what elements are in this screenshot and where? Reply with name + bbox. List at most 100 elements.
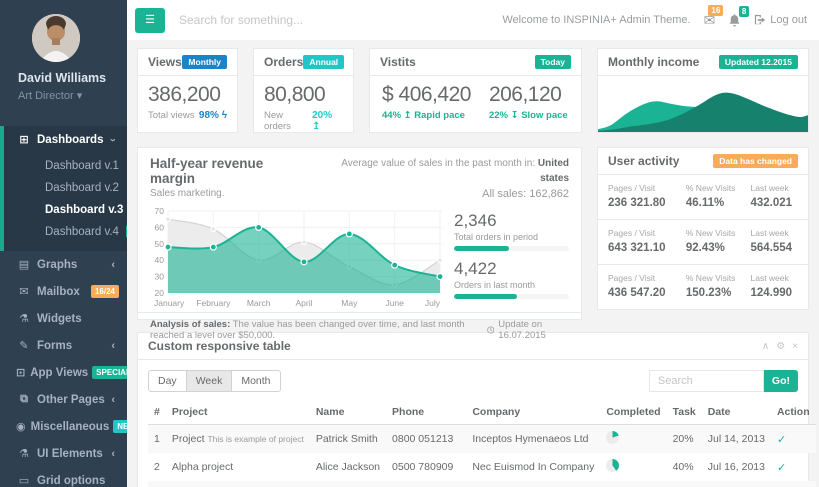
- activity-col-value: 643 321.10: [608, 242, 686, 254]
- user-activity-badge: Data has changed: [713, 154, 798, 168]
- activity-col-label: % New Visits: [686, 183, 751, 193]
- svg-text:70: 70: [155, 207, 165, 216]
- sidebar: David Williams Art Director ▾ ⊞Dashboard…: [0, 0, 127, 487]
- visits-value-1: $ 406,420: [382, 83, 471, 107]
- responsive-table-panel: Custom responsive table ∧ ⚙ × DayWeekMon…: [137, 332, 809, 487]
- check-action-icon[interactable]: ✓: [777, 462, 786, 474]
- sidebar-item-dashboards: ⊞Dashboards‹Dashboard v.1Dashboard v.2Da…: [0, 126, 127, 251]
- orders-panel: Orders Annual 80,800 New orders 20% ↥: [253, 48, 354, 133]
- profile-role-dropdown[interactable]: Art Director ▾: [18, 89, 127, 102]
- update-date: Update on 16.07.2015: [498, 319, 569, 341]
- app-views-icon: ⊡: [16, 366, 25, 379]
- notifications-button[interactable]: 8: [728, 13, 741, 27]
- user-activity-panel: User activity Data has changed Pages / V…: [597, 147, 809, 310]
- visits-badge: Today: [535, 55, 571, 69]
- activity-col-label: Pages / Visit: [608, 273, 686, 283]
- app-window: David Williams Art Director ▾ ⊞Dashboard…: [0, 0, 819, 487]
- other-pages-icon: ⧉: [16, 393, 32, 406]
- revenue-line-chart: 203040506070JanuaryFebruaryMarchAprilMay…: [148, 207, 444, 312]
- revenue-country: United states: [538, 158, 569, 184]
- svg-text:January: January: [154, 298, 185, 308]
- check-action-icon[interactable]: ✓: [777, 434, 786, 446]
- level-up-icon: ↥: [312, 121, 320, 132]
- level-down-icon: ↧: [511, 110, 519, 121]
- search-input[interactable]: [179, 13, 429, 27]
- sidebar-link-forms[interactable]: ✎Forms‹: [0, 332, 127, 359]
- cell-company: Erat Volutpat: [466, 481, 600, 487]
- cell-completed: [600, 481, 666, 487]
- menu-toggle-button[interactable]: ☰: [135, 8, 165, 33]
- cell-completed: [600, 453, 666, 481]
- sidebar-item-widgets: ⚗Widgets: [0, 305, 127, 332]
- pie-chart-icon: [606, 459, 619, 472]
- sidebar-subitem[interactable]: Dashboard v.1: [4, 155, 127, 177]
- avatar[interactable]: [32, 14, 80, 62]
- sidebar-link-other-pages[interactable]: ⧉Other Pages‹: [0, 386, 127, 413]
- sidebar-link-graphs[interactable]: ▤Graphs‹: [0, 251, 127, 278]
- visits-label-1: Rapid pace: [414, 110, 465, 121]
- cell-date: Jul 16, 2013: [702, 453, 771, 481]
- column-header: #: [148, 400, 166, 425]
- visits-value-2: 206,120: [489, 83, 568, 107]
- monthly-income-panel: Monthly income Updated 12.2015: [597, 48, 809, 133]
- filter-day-button[interactable]: Day: [148, 370, 187, 392]
- logout-button[interactable]: Log out: [754, 14, 807, 26]
- orders-month-progress: [454, 294, 569, 299]
- orders-month-value: 4,422: [454, 259, 569, 279]
- cell-project: Alpha project: [166, 453, 310, 481]
- revenue-subtitle: Sales marketing.: [150, 188, 311, 199]
- bolt-icon: ϟ: [222, 110, 227, 121]
- activity-col-label: Last week: [750, 183, 798, 193]
- orders-period-value: 2,346: [454, 211, 569, 231]
- messages-button[interactable]: ✉ 16: [704, 12, 716, 29]
- sidebar-item-mailbox: ✉Mailbox16/24: [0, 278, 127, 305]
- activity-col-value: 150.23%: [686, 287, 751, 299]
- badge: NEW: [126, 225, 127, 238]
- views-badge: Monthly: [182, 55, 227, 69]
- cell-phone: 0500 780909: [386, 453, 466, 481]
- cell-num: 2: [148, 453, 166, 481]
- revenue-panel: Half-year revenue margin Sales marketing…: [137, 147, 582, 320]
- cell-task: 40%: [667, 453, 702, 481]
- sidebar-subitem[interactable]: Dashboard v.4 NEW: [4, 221, 127, 243]
- visits-title: Vistits: [380, 55, 416, 69]
- sidebar-link-miscellaneous[interactable]: ◉MiscellaneousNEW: [0, 413, 127, 440]
- graphs-icon: ▤: [16, 258, 32, 271]
- collapse-panel-icon[interactable]: ∧: [762, 341, 769, 352]
- close-panel-icon[interactable]: ×: [792, 341, 798, 352]
- sidebar-link-dashboards[interactable]: ⊞Dashboards‹: [4, 126, 127, 153]
- chevron-left-icon: ‹: [111, 394, 115, 406]
- sidebar-item-ui-elements: ⚗UI Elements‹: [0, 440, 127, 467]
- level-up-icon: ↥: [404, 110, 412, 121]
- column-header: Date: [702, 400, 771, 425]
- table-row: 2Alpha projectAlice Jackson0500 780909Ne…: [148, 453, 816, 481]
- caret-down-icon: ▾: [77, 90, 83, 102]
- sidebar-menu: ⊞Dashboards‹Dashboard v.1Dashboard v.2Da…: [0, 126, 127, 487]
- sidebar-link-app-views[interactable]: ⊡App ViewsSPECIAL: [0, 359, 127, 386]
- revenue-note: Average value of sales in the past month…: [341, 158, 535, 169]
- orders-label: New orders: [264, 110, 312, 132]
- svg-text:April: April: [295, 298, 312, 308]
- sidebar-link-ui-elements[interactable]: ⚗UI Elements‹: [0, 440, 127, 467]
- svg-text:June: June: [385, 298, 404, 308]
- sidebar-link-mailbox[interactable]: ✉Mailbox16/24: [0, 278, 127, 305]
- sidebar-item-grid-options: ▭Grid options: [0, 467, 127, 487]
- table-search-input[interactable]: [649, 370, 764, 392]
- sidebar-subitem[interactable]: Dashboard v.2: [4, 177, 127, 199]
- go-button[interactable]: Go!: [764, 370, 798, 392]
- wrench-icon[interactable]: ⚙: [776, 341, 785, 352]
- miscellaneous-icon: ◉: [16, 420, 26, 433]
- activity-col-value: 236 321.80: [608, 197, 686, 209]
- svg-text:February: February: [196, 298, 231, 308]
- orders-period-progress: [454, 246, 569, 251]
- filter-week-button[interactable]: Week: [186, 370, 233, 392]
- sidebar-link-widgets[interactable]: ⚗Widgets: [0, 305, 127, 332]
- views-panel: Views Monthly 386,200 Total views 98% ϟ: [137, 48, 238, 133]
- sidebar-subitem[interactable]: Dashboard v.3: [4, 199, 127, 221]
- orders-value: 80,800: [264, 83, 343, 107]
- svg-text:30: 30: [155, 271, 165, 281]
- sidebar-link-grid-options[interactable]: ▭Grid options: [0, 467, 127, 487]
- filter-month-button[interactable]: Month: [231, 370, 280, 392]
- svg-text:May: May: [341, 298, 358, 308]
- cell-name: John Smith: [310, 481, 386, 487]
